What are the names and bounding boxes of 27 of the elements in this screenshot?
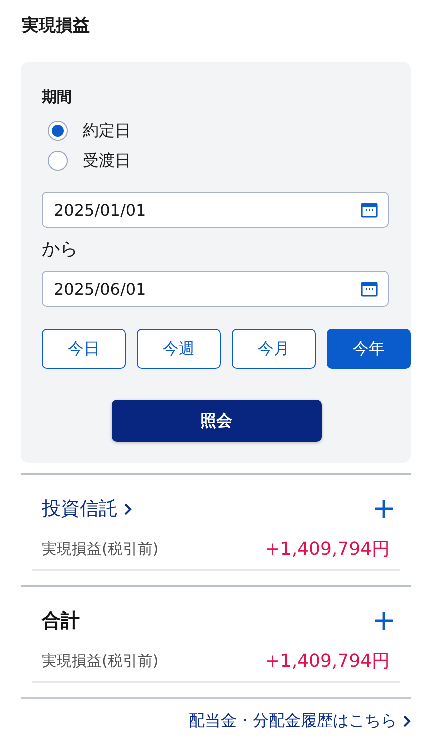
- section-title: 合計: [42, 609, 80, 634]
- page-title: 実現損益: [22, 15, 91, 38]
- search-button[interactable]: 照会: [112, 400, 322, 442]
- radio-button[interactable]: [48, 121, 68, 141]
- section-link[interactable]: 投資信託: [42, 496, 132, 522]
- chevron-right-icon: [403, 715, 411, 728]
- row-value: +1,409,794円: [265, 538, 390, 561]
- radio-label: 約定日: [83, 120, 131, 142]
- row-label: 実現損益(税引前): [42, 652, 159, 670]
- plus-icon[interactable]: [374, 499, 394, 519]
- row-label: 実現損益(税引前): [42, 540, 159, 558]
- range-separator: から: [42, 238, 79, 262]
- date-field[interactable]: 2025/01/01: [42, 192, 389, 228]
- row-value: +1,409,794円: [265, 650, 390, 673]
- plus-icon[interactable]: [374, 611, 394, 631]
- range-button[interactable]: 今年: [327, 329, 411, 369]
- calendar-icon[interactable]: [361, 202, 378, 218]
- radio-button[interactable]: [48, 151, 68, 171]
- period-label: 期間: [42, 87, 73, 108]
- calendar-icon[interactable]: [361, 281, 378, 297]
- date-field[interactable]: 2025/06/01: [42, 271, 389, 307]
- range-button[interactable]: 今月: [232, 329, 316, 369]
- radio-label: 受渡日: [83, 150, 131, 172]
- range-button[interactable]: 今週: [137, 329, 221, 369]
- chevron-right-icon: [124, 502, 132, 516]
- history-link[interactable]: 配当金・分配金履歴はこちら: [189, 711, 411, 732]
- range-button[interactable]: 今日: [42, 329, 126, 369]
